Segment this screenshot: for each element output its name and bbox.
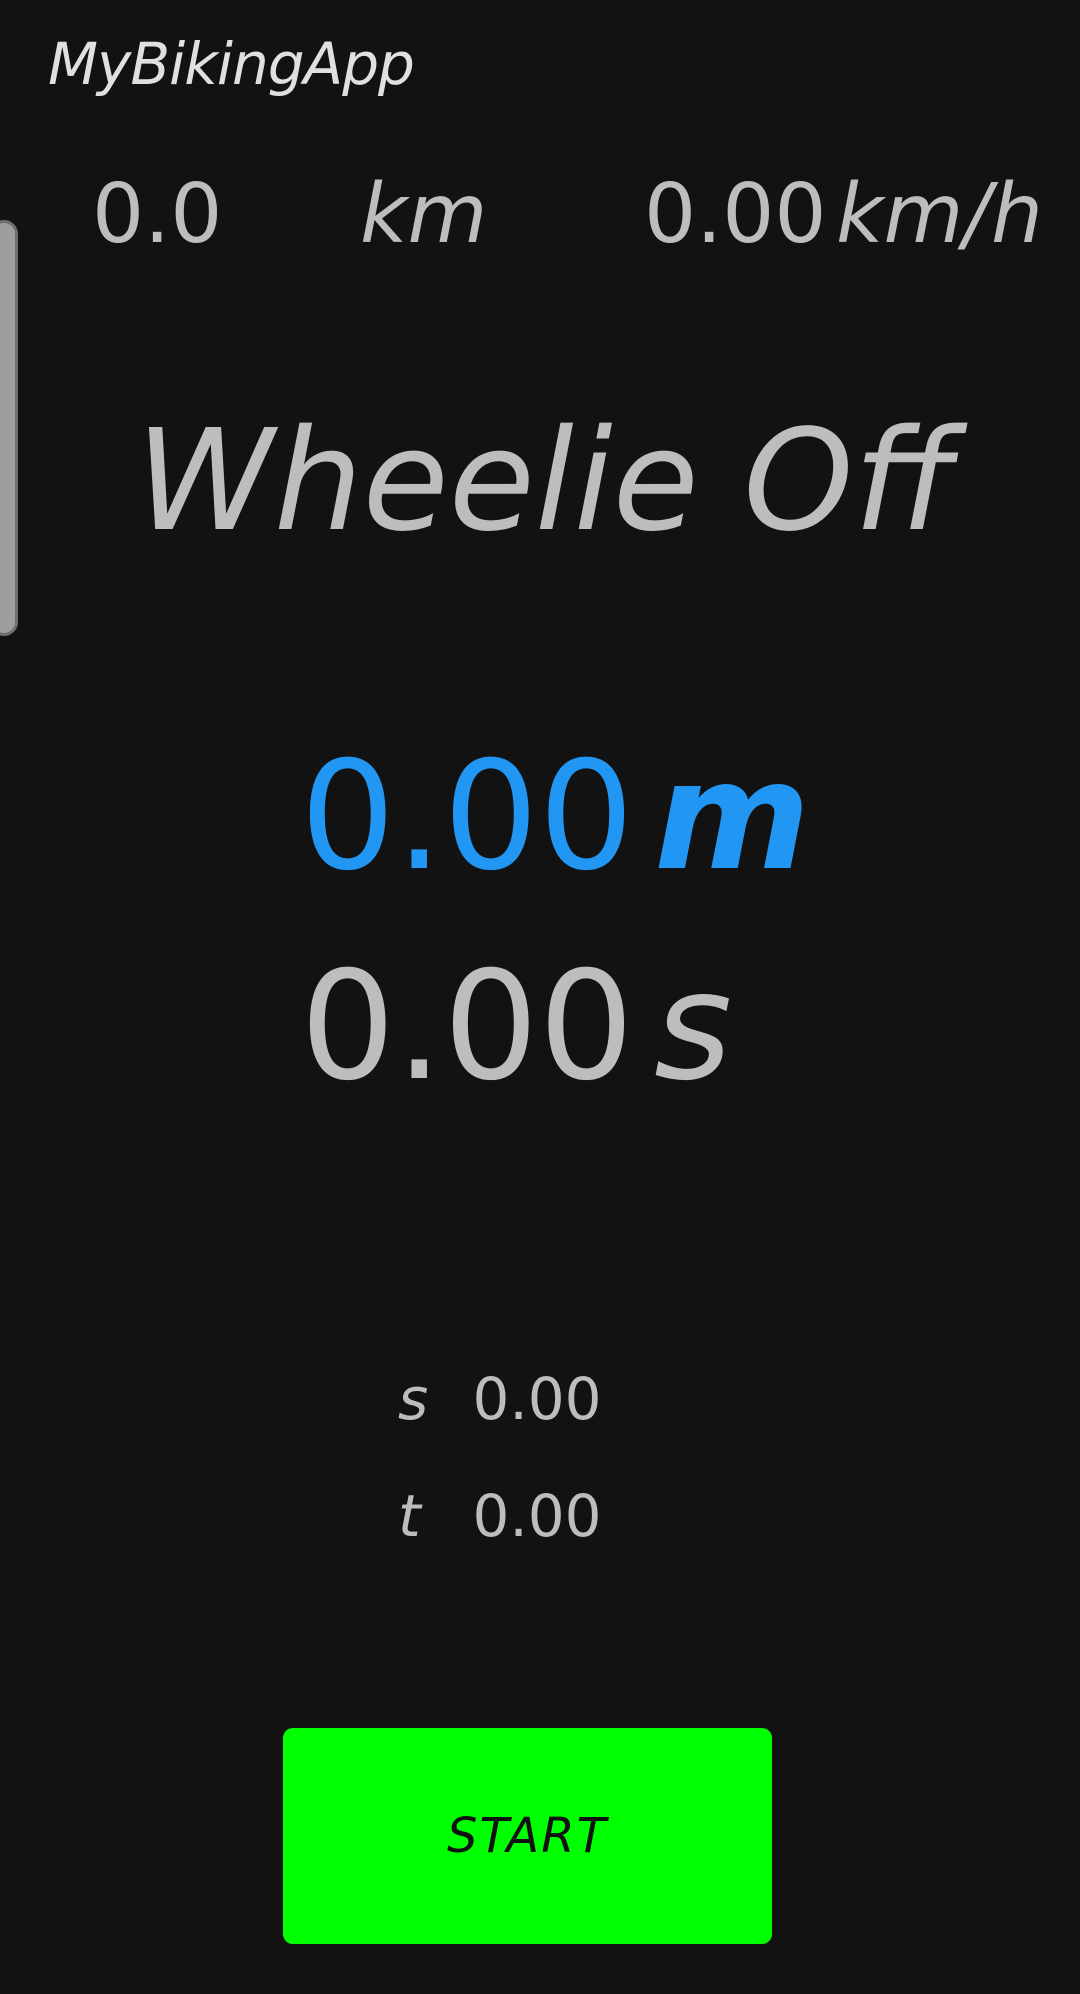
app-title: MyBikingApp: [48, 30, 415, 98]
speed-unit: km/h: [836, 167, 1043, 262]
s-stat: s 0.00: [398, 1365, 602, 1433]
wheelie-distance-value: 0.00: [300, 730, 634, 904]
t-stat-value: 0.00: [472, 1482, 602, 1550]
s-stat-value: 0.00: [472, 1365, 602, 1433]
wheelie-distance: 0.00 m: [300, 730, 810, 904]
wheelie-time-unit: s: [653, 940, 733, 1114]
speed-value: 0.00: [644, 167, 827, 262]
start-button[interactable]: START: [283, 1728, 772, 1944]
wheelie-status: Wheelie Off: [135, 400, 955, 563]
stats-bar: 0.0 km 0.00 km/h: [0, 160, 1080, 270]
t-stat-label: t: [398, 1482, 421, 1550]
wheelie-distance-unit: m: [653, 730, 811, 904]
wheelie-time-value: 0.00: [300, 940, 634, 1114]
s-stat-label: s: [398, 1365, 429, 1433]
total-distance-value: 0.0: [92, 167, 223, 262]
total-distance-unit: km: [360, 167, 488, 262]
wheelie-time: 0.00 s: [300, 940, 732, 1114]
t-stat: t 0.00: [398, 1482, 602, 1550]
